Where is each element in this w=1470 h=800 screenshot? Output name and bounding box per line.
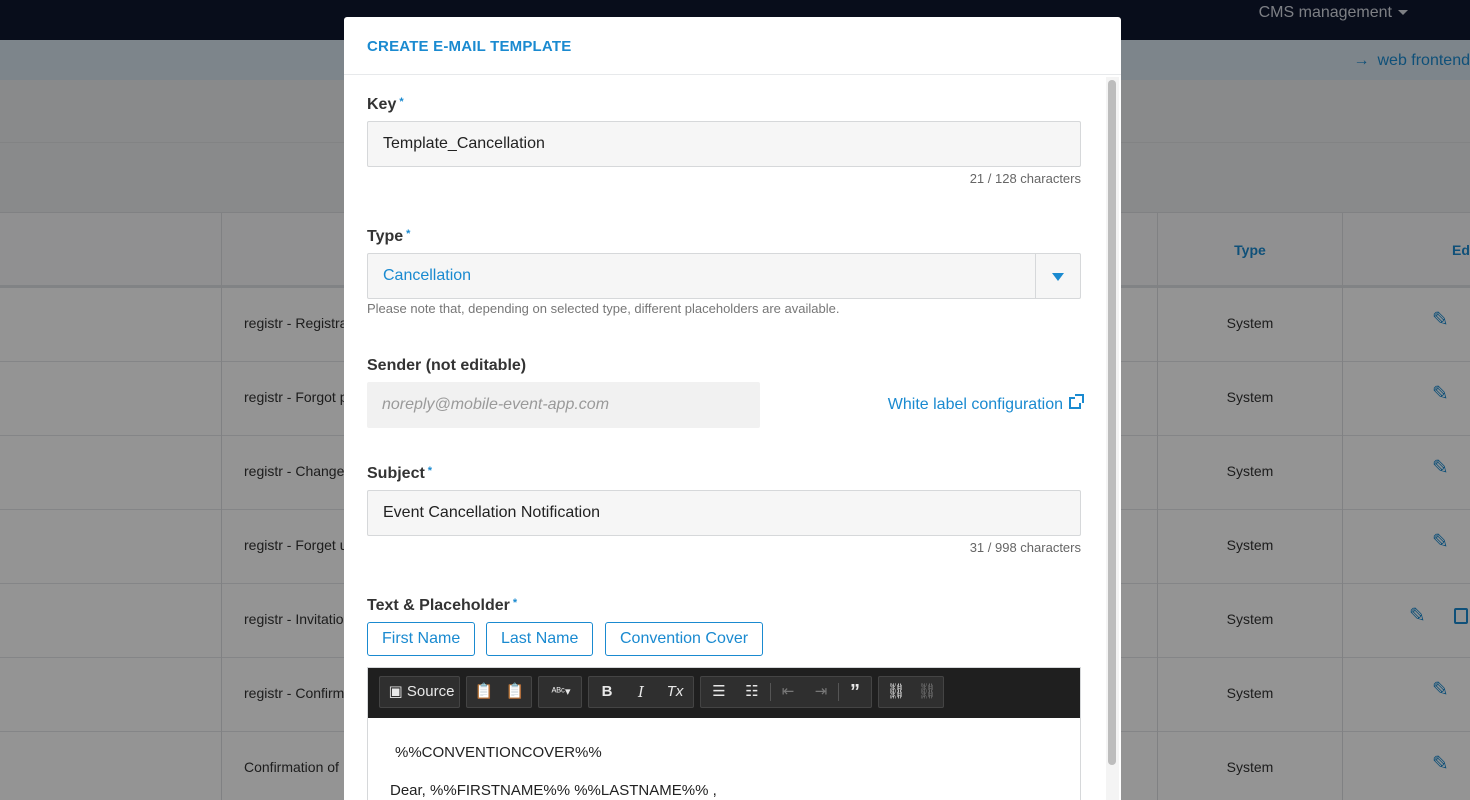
- type-select-value: Cancellation: [383, 267, 472, 284]
- modal-title: CREATE E-MAIL TEMPLATE: [367, 38, 572, 55]
- key-char-counter: 21 / 128 characters: [969, 171, 1081, 186]
- key-input[interactable]: Template_Cancellation: [367, 121, 1081, 167]
- white-label-link-text: White label configuration: [887, 396, 1063, 413]
- type-label: Type *: [367, 228, 410, 246]
- type-hint: Please note that, depending on selected …: [367, 301, 840, 316]
- modal-header: CREATE E-MAIL TEMPLATE: [344, 17, 1121, 75]
- placeholder-convention-cover-button[interactable]: Convention Cover: [605, 622, 764, 656]
- toolbar-group-lists: ☰ ☷ ⇤ ⇥ ”: [700, 676, 872, 708]
- bulleted-list-icon[interactable]: ☷: [736, 677, 768, 707]
- toolbar-group-spellcheck: ᴬᴮᶜ▾: [538, 676, 582, 708]
- create-email-template-modal: CREATE E-MAIL TEMPLATE Key * Template_Can…: [344, 17, 1121, 800]
- key-label-text: Key: [367, 96, 397, 113]
- sender-label-text: Sender (not editable): [367, 357, 527, 374]
- type-select[interactable]: Cancellation: [367, 253, 1081, 299]
- source-label: Source: [406, 683, 455, 700]
- editor-line: %%CONVENTIONCOVER%%: [395, 744, 602, 761]
- remove-format-icon[interactable]: Tx: [659, 677, 691, 707]
- bold-icon[interactable]: B: [591, 677, 623, 707]
- subject-label-text: Subject: [367, 465, 425, 482]
- toolbar-group-source: ▣ Source: [379, 676, 460, 708]
- spellcheck-icon[interactable]: ᴬᴮᶜ▾: [540, 677, 582, 707]
- placeholder-last-name-button[interactable]: Last Name: [486, 622, 594, 656]
- indent-icon[interactable]: ⇥: [805, 677, 837, 707]
- toolbar-separator: [838, 683, 839, 701]
- toolbar-group-paste: 📋 📋: [466, 676, 532, 708]
- editor-toolbar: ▣ Source 📋 📋 ᴬᴮᶜ▾ B I Tx ☰ ☷ ⇤ ⇥ ” ⛓ ⛓: [368, 668, 1080, 718]
- required-mark: *: [399, 96, 404, 108]
- outdent-icon[interactable]: ⇤: [772, 677, 804, 707]
- text-label-text: Text & Placeholder: [367, 597, 510, 614]
- paste-word-icon[interactable]: 📋: [500, 677, 530, 707]
- type-label-text: Type: [367, 228, 404, 245]
- caret-down-icon: [1052, 273, 1064, 281]
- placeholder-first-name-button[interactable]: First Name: [367, 622, 476, 656]
- numbered-list-icon[interactable]: ☰: [703, 677, 735, 707]
- subject-char-counter: 31 / 998 characters: [969, 540, 1081, 555]
- required-mark: *: [427, 465, 433, 477]
- external-link-icon: [1069, 393, 1084, 409]
- toolbar-separator: [770, 683, 771, 701]
- source-button[interactable]: ▣ Source: [384, 677, 459, 707]
- sender-label: Sender (not editable): [367, 357, 526, 375]
- blockquote-icon[interactable]: ”: [840, 677, 870, 707]
- italic-icon[interactable]: I: [625, 677, 657, 707]
- scrollbar[interactable]: [1106, 77, 1119, 800]
- required-mark: *: [406, 228, 411, 240]
- paste-text-icon[interactable]: 📋: [469, 677, 499, 707]
- white-label-configuration-link[interactable]: White label configuration: [887, 393, 1084, 414]
- link-icon[interactable]: ⛓: [881, 677, 911, 707]
- unlink-icon[interactable]: ⛓: [912, 677, 942, 707]
- source-icon: ▣: [388, 683, 403, 700]
- text-placeholder-label: Text & Placeholder *: [367, 597, 517, 615]
- sender-field: noreply@mobile-event-app.com: [367, 382, 760, 428]
- key-label: Key *: [367, 96, 404, 114]
- editor-line: Dear, %%FIRSTNAME%% %%LASTNAME%% ,: [390, 782, 717, 799]
- subject-input[interactable]: Event Cancellation Notification: [367, 490, 1081, 536]
- toolbar-group-format: B I Tx: [588, 676, 694, 708]
- required-mark: *: [512, 597, 518, 609]
- subject-label: Subject *: [367, 465, 432, 483]
- rich-text-editor[interactable]: ▣ Source 📋 📋 ᴬᴮᶜ▾ B I Tx ☰ ☷ ⇤ ⇥ ” ⛓ ⛓ %…: [367, 667, 1081, 800]
- type-dropdown-button[interactable]: [1035, 254, 1080, 298]
- toolbar-group-links: ⛓ ⛓: [878, 676, 944, 708]
- scrollbar-thumb[interactable]: [1108, 80, 1116, 765]
